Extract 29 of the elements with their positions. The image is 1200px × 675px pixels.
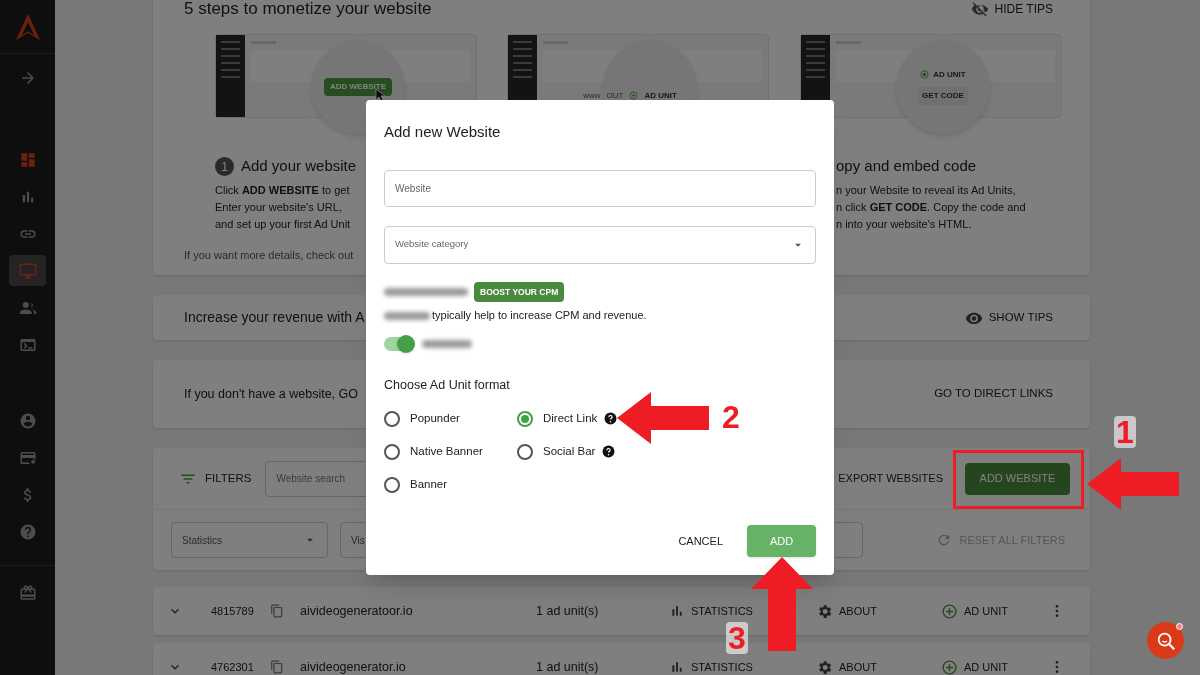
step-description: n your Website to reveal its Ad Units, [836,182,1016,198]
step-marker: 3 [726,622,748,654]
step-description: and set up your first Ad Unit [215,216,351,232]
ad-unit-count: 1 ad unit(s) [536,658,600,675]
mockup-label: AD UNIT [644,89,677,102]
website-domain: aivideogeneratoor.io [300,602,414,620]
banner-text: If you don't have a website, GO [184,385,358,403]
step-title: Add your website [241,156,357,177]
step-title: opy and embed code [836,156,977,177]
website-domain: aivideogenerator.io [300,658,407,675]
website-id: 4762301 [211,659,255,675]
format-heading: Choose Ad Unit format [384,376,511,394]
website-id: 4815789 [211,603,255,619]
mockup-label: www [583,89,601,102]
adult-note: typically help to increase CPM and revenue. [432,308,647,324]
step-description: Enter your website's URL, [215,199,342,215]
mockup-label: AD UNIT [933,68,966,81]
step-description: n click GET CODE. Copy the code and [836,199,1026,215]
dialog-title: Add new Website [384,122,502,142]
step-description: Click ADD WEBSITE to get [215,182,350,198]
tips-footer: If you want more details, check out [184,247,354,264]
step-number: 1 [215,157,234,176]
boost-badge: BOOST YOUR CPM [474,281,565,303]
tips-title: 5 steps to monetize your website [184,0,432,20]
banner-text: Increase your revenue with A [184,308,365,327]
ad-unit-count: 1 ad unit(s) [536,602,600,620]
mockup-label: OUT [606,89,624,102]
step-description: n into your website's HTML. [836,216,972,232]
step-marker: 1 [1114,416,1136,448]
